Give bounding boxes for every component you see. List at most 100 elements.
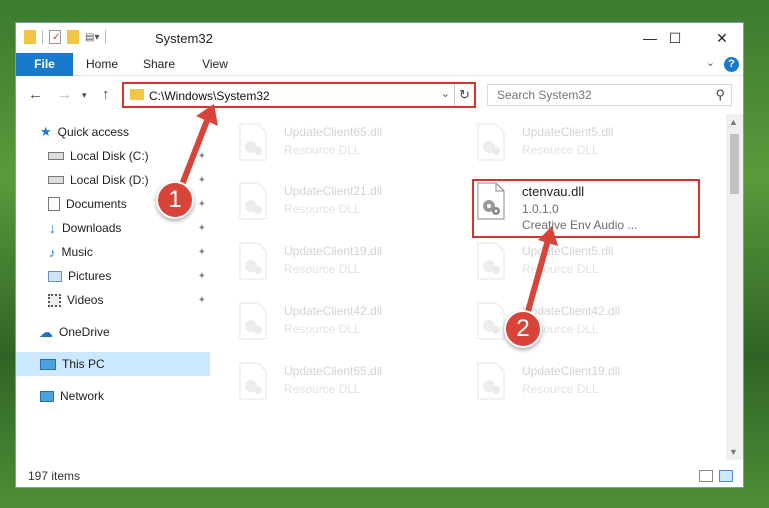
file-name: UpdateClient42.dll <box>284 304 383 318</box>
downloads-icon: ↓ <box>49 220 56 236</box>
dll-file-icon <box>239 302 267 340</box>
sidebar-item-label: Network <box>60 389 105 403</box>
step-1-badge: 1 <box>156 181 194 219</box>
title-bar: ✓ ▤▾ System32 — ☐ ✕ <box>16 23 743 53</box>
close-button[interactable]: ✕ <box>699 23 743 53</box>
pin-icon[interactable]: ✦ <box>198 247 206 258</box>
back-icon[interactable]: ← <box>28 86 43 103</box>
status-bar: 197 items <box>16 466 743 487</box>
search-input[interactable] <box>488 85 708 105</box>
tab-home[interactable]: Home <box>74 53 130 76</box>
dll-file-icon <box>477 242 505 280</box>
explorer-window: ✓ ▤▾ System32 — ☐ ✕ File Home Share View… <box>15 22 744 488</box>
network-icon <box>40 390 54 402</box>
pin-icon[interactable]: ✦ <box>198 199 206 210</box>
refresh-icon[interactable]: ↻ <box>454 84 474 106</box>
help-icon[interactable]: ? <box>724 57 739 72</box>
file-item-ctenvau[interactable]: ctenvau.dll 1.0.1.0 Creative Env Audio .… <box>452 178 682 238</box>
dll-file-icon <box>239 182 267 220</box>
sidebar-item-onedrive[interactable]: ☁ OneDrive <box>16 320 210 344</box>
drive-icon <box>48 176 64 184</box>
new-folder-icon[interactable] <box>67 30 79 44</box>
forward-icon[interactable]: → <box>57 86 72 103</box>
file-name: UpdateClient5.dll <box>522 125 614 139</box>
sidebar-item-quick-access[interactable]: ★ Quick access <box>16 120 210 144</box>
music-icon: ♪ <box>49 244 56 260</box>
pin-icon[interactable]: ✦ <box>198 295 206 306</box>
cloud-icon: ☁ <box>39 323 53 340</box>
sidebar-item-videos[interactable]: Videos ✦ <box>16 288 210 312</box>
up-icon[interactable]: ↑ <box>102 86 110 103</box>
sidebar-item-label: Local Disk (D:) <box>70 173 149 187</box>
chevron-down-icon[interactable]: ⌄ <box>441 87 450 100</box>
sidebar-item-label: Music <box>61 245 93 259</box>
separator <box>105 30 107 44</box>
window-title: System32 <box>155 31 213 46</box>
pin-icon[interactable]: ✦ <box>198 151 206 162</box>
pin-icon[interactable]: ✦ <box>198 223 206 234</box>
file-description: Resource DLL <box>284 322 361 336</box>
sidebar-item-local-disk-c[interactable]: Local Disk (C:) ✦ <box>16 144 210 168</box>
maximize-button[interactable]: ☐ <box>652 23 698 53</box>
tab-view[interactable]: View <box>189 53 241 76</box>
properties-icon[interactable]: ✓ <box>49 30 61 44</box>
file-name: ctenvau.dll <box>522 184 585 199</box>
file-item[interactable]: UpdateClient42.dll Resource DLL <box>452 298 682 344</box>
dll-file-icon <box>477 182 505 220</box>
sidebar-item-pictures[interactable]: Pictures ✦ <box>16 264 210 288</box>
file-description: Creative Env Audio ... <box>522 218 638 232</box>
sidebar-item-label: Downloads <box>62 221 122 235</box>
file-description: Resource DLL <box>284 382 361 396</box>
navigation-pane: ★ Quick access Local Disk (C:) ✦ Local D… <box>16 114 210 460</box>
step-2-badge: 2 <box>504 310 542 348</box>
file-item[interactable]: UpdateClient42.dll Resource DLL <box>214 298 444 344</box>
file-description: Resource DLL <box>522 382 599 396</box>
file-item[interactable]: UpdateClient65.dll Resource DLL <box>214 358 444 404</box>
scroll-down-icon[interactable]: ▼ <box>729 447 738 457</box>
sidebar-item-label: OneDrive <box>59 325 110 339</box>
search-icon[interactable]: ⚲ <box>715 87 725 103</box>
sidebar-item-network[interactable]: Network <box>16 384 210 408</box>
dll-file-icon <box>477 123 505 161</box>
recent-locations-icon[interactable]: ▾ <box>82 90 87 101</box>
scrollbar-thumb[interactable] <box>730 134 739 194</box>
address-bar[interactable]: C:\Windows\System32 ⌄ ↻ <box>122 82 476 108</box>
sidebar-item-label: Local Disk (C:) <box>70 149 149 163</box>
ribbon: File Home Share View ⌄ ? <box>16 53 743 76</box>
file-description: Resource DLL <box>284 143 361 157</box>
large-icons-view-icon[interactable] <box>719 470 733 482</box>
file-item[interactable]: UpdateClient19.dll Resource DLL <box>214 238 444 284</box>
sidebar-item-this-pc[interactable]: This PC <box>16 352 210 376</box>
sidebar-item-label: Quick access <box>57 125 130 139</box>
search-box[interactable]: ⚲ <box>487 84 732 106</box>
maximize-icon: ☐ <box>668 29 682 46</box>
customize-toolbar-icon[interactable]: ▤▾ <box>85 32 99 43</box>
file-description: Resource DLL <box>284 202 361 216</box>
documents-icon <box>48 197 60 211</box>
dll-file-icon <box>239 362 267 400</box>
pin-icon[interactable]: ✦ <box>198 175 206 186</box>
sidebar-item-music[interactable]: ♪ Music ✦ <box>16 240 210 264</box>
pin-icon[interactable]: ✦ <box>198 271 206 282</box>
file-item[interactable]: UpdateClient5.dll Resource DLL <box>452 238 682 284</box>
file-item[interactable]: UpdateClient5.dll Resource DLL <box>452 119 682 165</box>
file-name: UpdateClient5.dll <box>522 244 614 258</box>
quick-access-toolbar: ✓ ▤▾ <box>24 30 107 44</box>
file-item[interactable]: UpdateClient21.dll Resource DLL <box>214 178 444 224</box>
address-path[interactable]: C:\Windows\System32 <box>149 89 270 103</box>
file-name: UpdateClient19.dll <box>522 364 621 378</box>
scroll-up-icon[interactable]: ▲ <box>729 117 738 127</box>
navigation-bar: ← → ▾ ↑ C:\Windows\System32 ⌄ ↻ ⚲ <box>16 76 743 114</box>
tab-file[interactable]: File <box>16 53 73 76</box>
computer-icon <box>40 358 56 370</box>
file-name: UpdateClient21.dll <box>284 184 383 198</box>
vertical-scrollbar[interactable]: ▲ ▼ <box>726 114 743 460</box>
file-item[interactable]: UpdateClient19.dll Resource DLL <box>452 358 682 404</box>
details-view-icon[interactable] <box>699 470 713 482</box>
sidebar-item-downloads[interactable]: ↓ Downloads ✦ <box>16 216 210 240</box>
tab-share[interactable]: Share <box>133 53 185 76</box>
file-item[interactable]: UpdateClient65.dll Resource DLL <box>214 119 444 165</box>
item-count: 197 items <box>28 469 81 483</box>
expand-ribbon-icon[interactable]: ⌄ <box>706 56 715 69</box>
sidebar-item-label: This PC <box>62 357 105 371</box>
